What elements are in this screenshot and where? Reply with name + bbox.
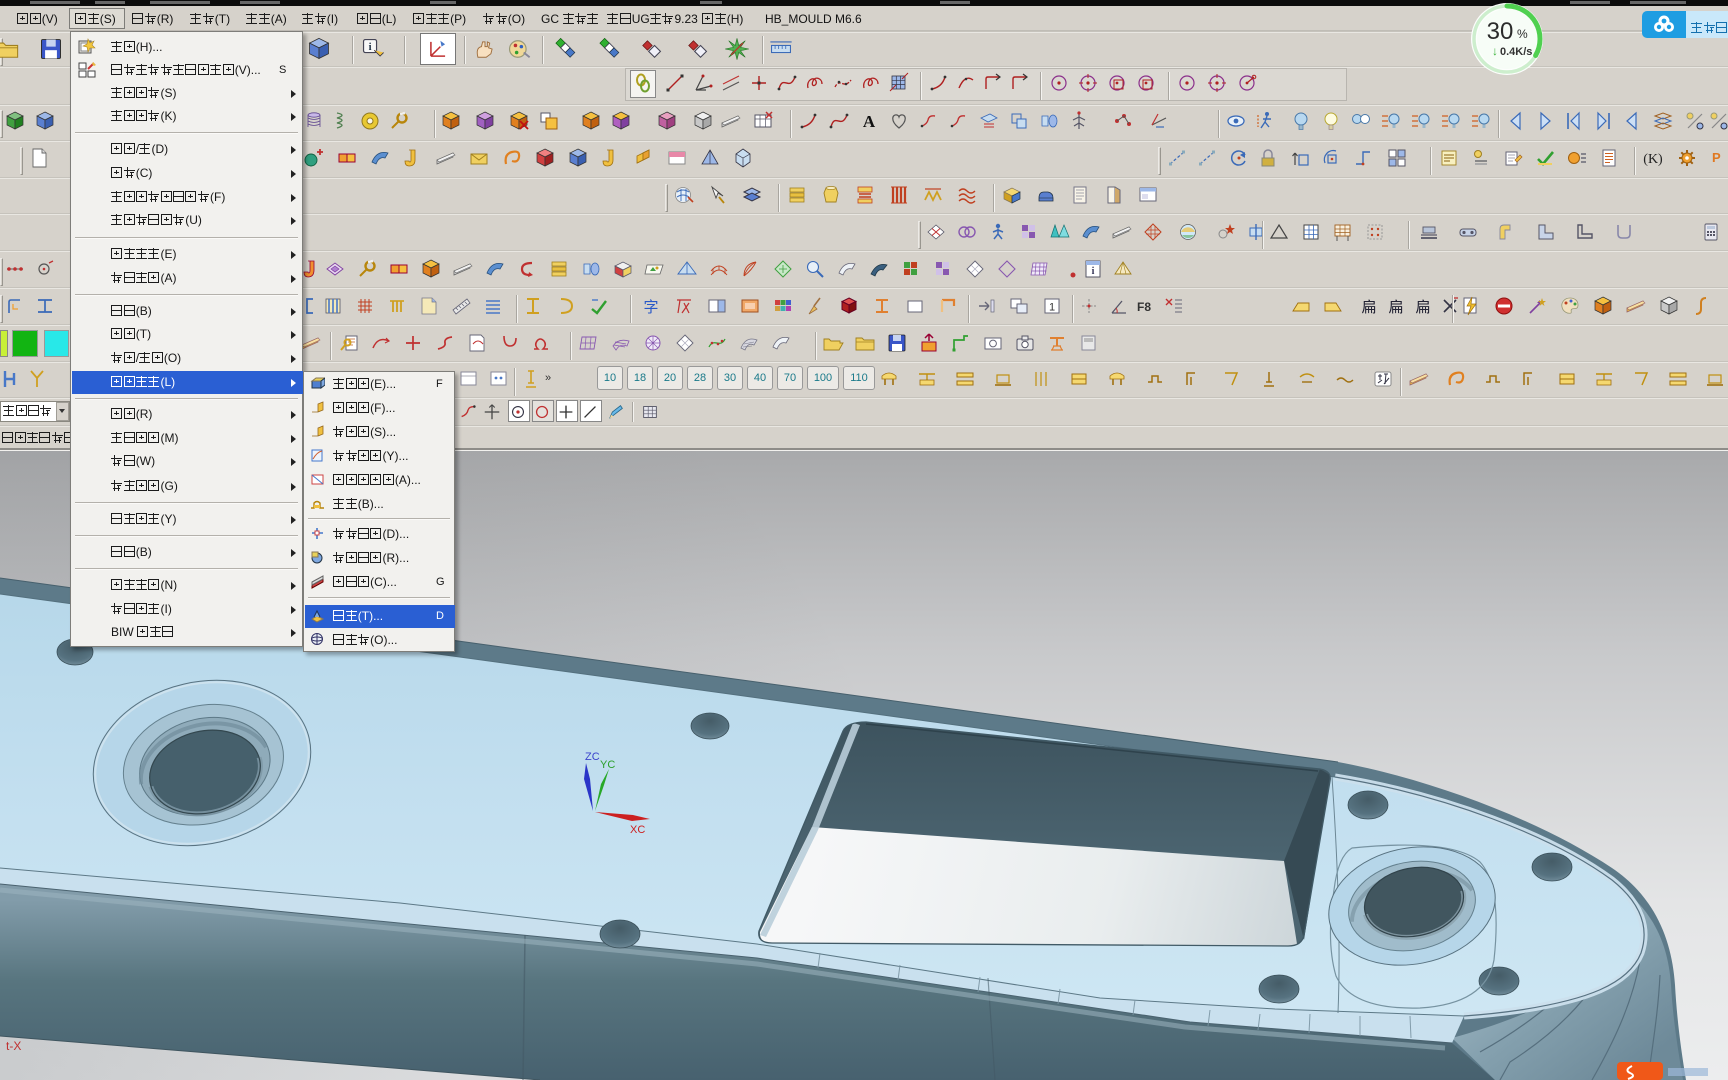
svg-text:ZC: ZC — [585, 751, 600, 763]
svg-text:0.4K/s: 0.4K/s — [1500, 46, 1532, 58]
svg-text:30: 30 — [1487, 18, 1514, 45]
svg-text:A: A — [863, 112, 876, 131]
svg-text:i: i — [1092, 266, 1095, 277]
svg-text:扁: 扁 — [1415, 299, 1430, 316]
svg-text:1: 1 — [1049, 302, 1055, 314]
svg-text:字: 字 — [643, 299, 658, 316]
svg-text:F8: F8 — [1137, 300, 1151, 314]
svg-text:YC: YC — [600, 759, 615, 771]
svg-text:%: % — [1517, 27, 1528, 41]
svg-text:XC: XC — [630, 824, 645, 836]
svg-text:扁: 扁 — [1388, 299, 1403, 316]
svg-text:t-X: t-X — [6, 1039, 21, 1053]
svg-text:i: i — [369, 42, 372, 53]
svg-text:扁: 扁 — [1361, 299, 1376, 316]
svg-text:↓: ↓ — [1492, 44, 1498, 58]
svg-text:(K): (K) — [1643, 152, 1663, 167]
